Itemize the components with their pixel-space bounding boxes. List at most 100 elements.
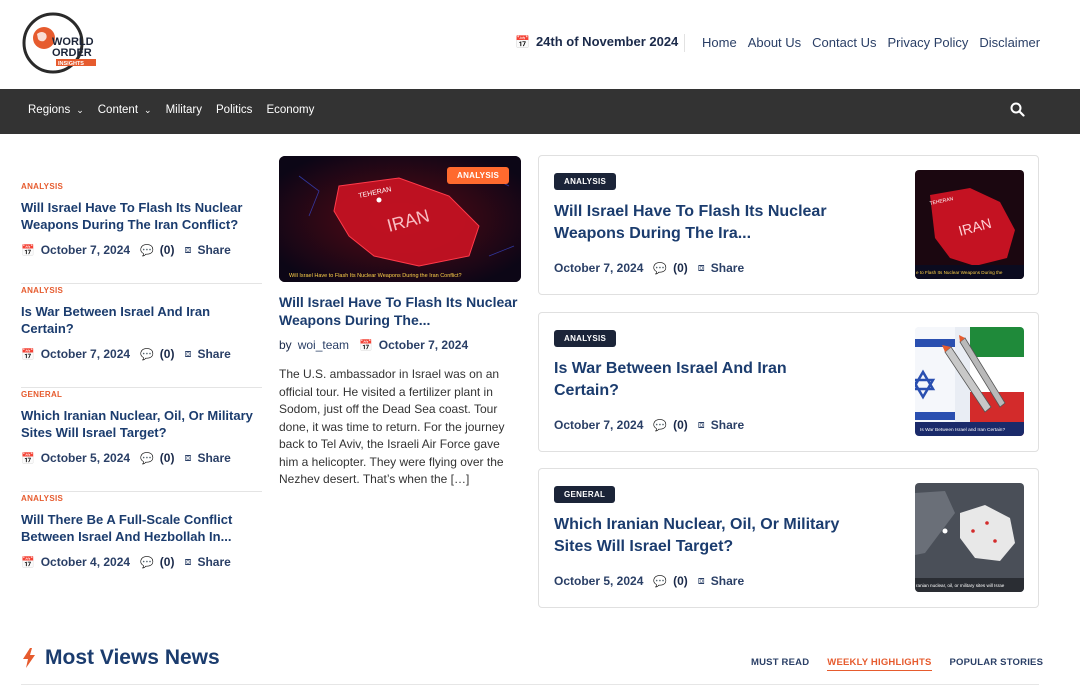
link-privacy-policy[interactable]: Privacy Policy <box>887 35 968 50</box>
share-link[interactable]: Share <box>197 555 230 569</box>
nav-content[interactable]: Content ⌄ <box>98 104 152 116</box>
link-about-us[interactable]: About Us <box>748 35 801 50</box>
share-link[interactable]: Share <box>197 451 230 465</box>
nav-content-label: Content <box>97 104 139 116</box>
lightning-icon <box>23 648 35 668</box>
comment-icon: 💬 <box>140 348 154 361</box>
top-header: WORLD ORDER INSIGHTS 📅 24th of November … <box>0 0 1080 89</box>
site-logo[interactable]: WORLD ORDER INSIGHTS <box>22 12 100 76</box>
list-item: GENERAL Which Iranian Nuclear, Oil, Or M… <box>21 388 262 492</box>
nav-economy[interactable]: Economy <box>266 104 314 116</box>
comment-count[interactable]: (0) <box>673 418 688 432</box>
share-icon: ⧈ <box>184 347 192 360</box>
article-meta: 📅 October 4, 2024 💬 (0) ⧈ Share <box>21 555 231 569</box>
card-title-link[interactable]: Which Iranian Nuclear, Oil, Or Military … <box>554 514 844 558</box>
card-title-link[interactable]: Will Israel Have To Flash Its Nuclear We… <box>554 201 844 245</box>
comment-icon: 💬 <box>653 419 668 432</box>
list-item: ANALYSIS Is War Between Israel And Iran … <box>21 284 262 388</box>
article-title-link[interactable]: Which Iranian Nuclear, Oil, Or Military … <box>21 407 262 441</box>
date-text: 24th of November 2024 <box>535 34 679 49</box>
calendar-icon: 📅 <box>21 556 35 569</box>
tab-popular-stories[interactable]: POPULAR STORIES <box>950 657 1044 671</box>
category-label[interactable]: ANALYSIS <box>21 494 63 503</box>
iran-map-thumbnail: TEHERAN IRAN e to Flash Its Nuclear Weap… <box>915 170 1024 279</box>
share-link[interactable]: Share <box>711 418 744 432</box>
article-title-link[interactable]: Will Israel Have To Flash Its Nuclear We… <box>21 199 262 233</box>
comment-icon: 💬 <box>140 452 154 465</box>
article-card: GENERAL Which Iranian Nuclear, Oil, Or M… <box>538 468 1039 608</box>
logo-line2: ORDER <box>52 47 92 59</box>
chevron-down-icon: ⌄ <box>76 105 84 115</box>
calendar-icon: 📅 <box>21 244 35 257</box>
calendar-icon: 📅 <box>515 34 530 49</box>
link-contact-us[interactable]: Contact Us <box>812 35 876 50</box>
link-disclaimer[interactable]: Disclaimer <box>979 35 1040 50</box>
article-title-link[interactable]: Is War Between Israel And Iran Certain? <box>21 303 262 337</box>
nav-military[interactable]: Military <box>166 104 202 116</box>
category-badge[interactable]: ANALYSIS <box>447 167 510 184</box>
comment-count[interactable]: (0) <box>673 574 688 588</box>
search-icon[interactable] <box>1010 102 1025 117</box>
section-divider <box>21 684 1039 685</box>
article-date: October 7, 2024 <box>40 243 131 257</box>
category-label[interactable]: ANALYSIS <box>21 182 63 191</box>
share-link[interactable]: Share <box>711 574 744 588</box>
category-badge[interactable]: ANALYSIS <box>554 173 617 190</box>
article-date: October 5, 2024 <box>554 574 644 588</box>
most-views-tabs: MUST READ WEEKLY HIGHLIGHTS POPULAR STOR… <box>751 657 1043 671</box>
tab-must-read[interactable]: MUST READ <box>751 657 809 671</box>
tab-weekly-highlights[interactable]: WEEKLY HIGHLIGHTS <box>827 657 932 671</box>
article-title-link[interactable]: Will There Be A Full-Scale Conflict Betw… <box>21 511 262 545</box>
calendar-icon: 📅 <box>21 452 35 465</box>
calendar-icon: 📅 <box>21 348 35 361</box>
most-views-heading: Most Views News <box>21 646 220 670</box>
comment-icon: 💬 <box>653 262 668 275</box>
left-article-list: ANALYSIS Will Israel Have To Flash Its N… <box>21 180 262 596</box>
calendar-icon: 📅 <box>359 339 373 352</box>
comment-count[interactable]: (0) <box>160 451 175 465</box>
card-thumbnail[interactable]: ranian nuclear, oil, or military sites w… <box>915 483 1024 592</box>
comment-count[interactable]: (0) <box>673 261 688 275</box>
byline: by woi_team 📅 October 7, 2024 <box>279 338 521 352</box>
divider <box>684 34 685 52</box>
share-link[interactable]: Share <box>197 243 230 257</box>
article-meta: October 7, 2024 💬 (0) ⧈ Share <box>554 261 744 275</box>
nav-regions[interactable]: Regions ⌄ <box>28 104 84 116</box>
featured-title-link[interactable]: Will Israel Have To Flash Its Nuclear We… <box>279 293 521 329</box>
comment-count[interactable]: (0) <box>160 243 175 257</box>
by-label: by <box>279 338 292 352</box>
nav-politics[interactable]: Politics <box>216 104 252 116</box>
comment-icon: 💬 <box>140 556 154 569</box>
author-link[interactable]: woi_team <box>298 338 349 352</box>
logo-line3: INSIGHTS <box>58 61 84 67</box>
featured-article: TEHERAN IRAN Will Israel Have to Flash I… <box>279 156 521 489</box>
article-card: ANALYSIS Is War Between Israel And Iran … <box>538 312 1039 452</box>
main-nav: Regions ⌄ Content ⌄ Military Politics Econ… <box>0 89 1080 134</box>
comment-count[interactable]: (0) <box>160 347 175 361</box>
image-caption: Will Israel Have to Flash Its Nuclear We… <box>289 273 462 279</box>
list-item: ANALYSIS Will Israel Have To Flash Its N… <box>21 180 262 284</box>
nav-regions-label: Regions <box>28 104 71 116</box>
category-badge[interactable]: GENERAL <box>554 486 616 503</box>
category-label[interactable]: GENERAL <box>21 390 62 399</box>
article-date: October 4, 2024 <box>40 555 131 569</box>
article-date: October 7, 2024 <box>554 418 644 432</box>
comment-count[interactable]: (0) <box>160 555 175 569</box>
share-link[interactable]: Share <box>197 347 230 361</box>
card-thumbnail[interactable]: Is War Between Israel and Iran Certain? <box>915 327 1024 436</box>
share-link[interactable]: Share <box>711 261 744 275</box>
list-item: ANALYSIS Will There Be A Full-Scale Conf… <box>21 492 262 596</box>
link-home[interactable]: Home <box>702 35 737 50</box>
comment-icon: 💬 <box>140 244 154 257</box>
article-card: ANALYSIS Will Israel Have To Flash Its N… <box>538 155 1039 295</box>
category-label[interactable]: ANALYSIS <box>21 286 63 295</box>
thumb-caption: e to Flash Its Nuclear Weapons During th… <box>916 270 1003 275</box>
top-links: Home About Us Contact Us Privacy Policy … <box>702 35 1040 50</box>
category-badge[interactable]: ANALYSIS <box>554 330 617 347</box>
thumb-caption: Is War Between Israel and Iran Certain? <box>920 427 1005 433</box>
card-title-link[interactable]: Is War Between Israel And Iran Certain? <box>554 358 844 402</box>
card-thumbnail[interactable]: TEHERAN IRAN e to Flash Its Nuclear Weap… <box>915 170 1024 279</box>
featured-image[interactable]: TEHERAN IRAN Will Israel Have to Flash I… <box>279 156 521 282</box>
article-meta: 📅 October 5, 2024 💬 (0) ⧈ Share <box>21 451 231 465</box>
article-meta: October 5, 2024 💬 (0) ⧈ Share <box>554 574 744 588</box>
